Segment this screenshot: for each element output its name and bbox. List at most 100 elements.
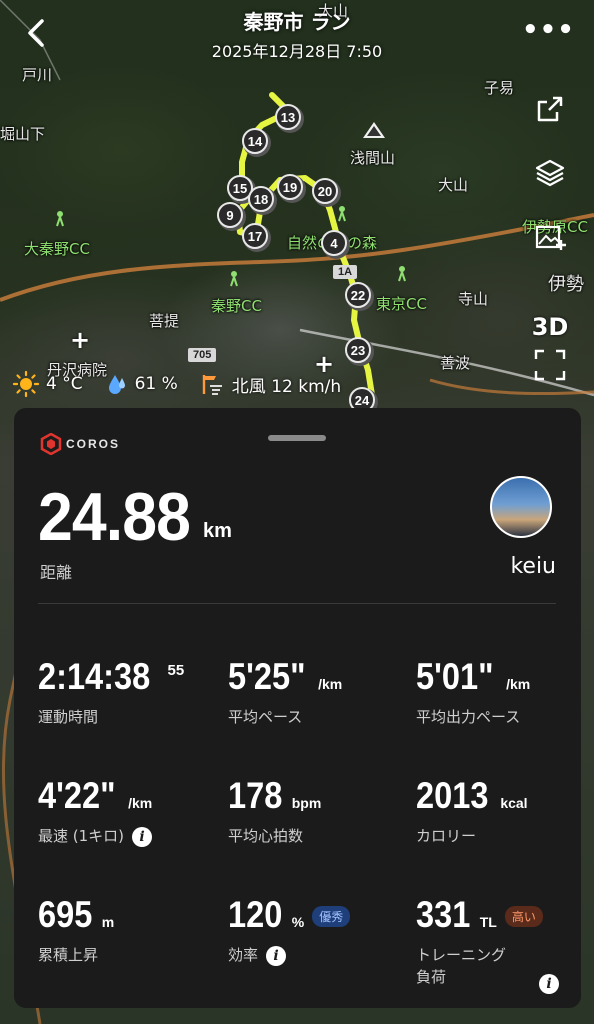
more-options-button[interactable]: ••• <box>522 17 575 43</box>
waypoint-marker[interactable]: 9 <box>217 202 243 228</box>
place-label: 大山 <box>438 176 469 194</box>
info-icon[interactable]: i <box>539 974 559 994</box>
metric-value: 178 <box>228 775 283 816</box>
add-image-button[interactable] <box>525 214 575 260</box>
waypoint-marker[interactable]: 23 <box>345 337 371 363</box>
place-label: 秦野CC <box>211 297 262 315</box>
info-icon[interactable]: i <box>132 826 153 847</box>
road-sign: 1A <box>333 265 358 279</box>
metric-efficiency: 120% 優秀 効率 i <box>228 894 398 966</box>
waypoint-marker[interactable]: 19 <box>277 174 303 200</box>
place-label: 善波 <box>440 354 471 372</box>
waypoint-marker[interactable]: 17 <box>242 223 268 249</box>
weather-bar: 4 °C 61 % 北風 12 km/h <box>12 370 363 398</box>
metric-unit: bpm <box>291 795 322 811</box>
metric-duration: 2:14:38 55 運動時間 <box>38 656 208 728</box>
place-label: 寺山 <box>458 290 489 308</box>
metric-label: 運動時間 <box>38 708 99 726</box>
metric-label: 最速 (1キロ) <box>38 827 125 845</box>
place-label: 戸川 <box>22 66 53 84</box>
metric-avg-heart-rate: 178 bpm 平均心拍数 <box>228 775 398 847</box>
waypoint-marker[interactable]: 13 <box>275 104 301 130</box>
activity-datetime: 2025年12月28日 7:50 <box>211 42 383 61</box>
golf-icon <box>230 271 238 287</box>
metric-unit: kcal <box>500 795 528 811</box>
rating-badge: 優秀 <box>312 906 351 927</box>
distance-unit: km <box>203 520 232 542</box>
waypoint-marker[interactable]: 22 <box>345 282 371 308</box>
golf-icon <box>338 206 346 222</box>
temperature-value: 4 °C <box>46 374 83 394</box>
divider <box>38 603 556 604</box>
metric-training-load: 331 TL 高い トレーニング 負荷 i <box>416 894 566 994</box>
activity-summary-card: COROS 24.88 km 距離 keiu 2:14:38 55 運動時間 5'… <box>14 408 581 1008</box>
waypoint-marker[interactable]: 4 <box>321 230 347 256</box>
metric-calories: 2013 kcal カロリー <box>416 775 586 847</box>
metric-label: 効率 <box>228 946 259 964</box>
humidity-icon <box>105 372 129 396</box>
share-button[interactable] <box>525 86 575 132</box>
metric-label: カロリー <box>416 827 477 845</box>
metric-value: 2:14:38 <box>38 656 151 697</box>
metric-fastest-km: 4'22" /km 最速 (1キロ) i <box>38 775 208 847</box>
rating-badge: 高い <box>504 906 543 927</box>
page-title: 秦野市 ラン <box>243 10 351 34</box>
waypoint-marker[interactable]: 20 <box>312 178 338 204</box>
place-label: 伊勢 <box>548 274 584 295</box>
metric-value: 120 <box>228 894 283 935</box>
brand-logo: COROS <box>40 433 120 455</box>
metric-elevation-gain: 695 m 累積上昇 <box>38 894 208 966</box>
share-icon <box>537 96 563 122</box>
golf-icon <box>398 266 406 282</box>
road-sign: 705 <box>188 348 217 362</box>
waypoint-marker[interactable]: 18 <box>248 186 274 212</box>
coros-logo-icon <box>40 433 62 455</box>
fullscreen-icon <box>534 349 566 381</box>
metric-label: 平均心拍数 <box>228 827 304 845</box>
metric-avg-power-pace: 5'01" /km 平均出力ペース <box>416 656 586 728</box>
metric-label: 平均ペース <box>228 708 303 726</box>
waypoint-marker[interactable]: 14 <box>242 128 268 154</box>
wind-value: 北風 12 km/h <box>231 376 342 397</box>
metric-unit: % <box>291 914 305 930</box>
metric-label: トレーニング 負荷 <box>416 946 507 986</box>
metric-unit: TL <box>479 914 497 930</box>
metric-unit: m <box>101 914 115 930</box>
metric-unit: /km <box>506 676 531 692</box>
info-icon[interactable]: i <box>266 945 287 966</box>
hospital-icon: + <box>70 326 91 354</box>
wind-icon <box>200 372 226 396</box>
place-label: 浅間山 <box>350 149 396 167</box>
avatar[interactable] <box>490 476 552 538</box>
place-label: 菩提 <box>149 312 180 330</box>
place-label: 子易 <box>484 79 515 97</box>
metric-hundredths: 55 <box>167 662 185 679</box>
metric-value: 695 <box>38 894 93 935</box>
metric-label: 累積上昇 <box>38 946 99 964</box>
metric-value: 5'01" <box>416 656 494 697</box>
golf-icon <box>56 211 64 227</box>
username: keiu <box>510 554 556 579</box>
place-label: 東京CC <box>376 295 427 313</box>
humidity-value: 61 % <box>134 374 178 394</box>
layers-icon <box>535 159 565 187</box>
distance-value: 24.88 <box>38 479 191 555</box>
metric-label: 平均出力ペース <box>416 708 521 726</box>
sheet-drag-handle[interactable] <box>268 435 326 441</box>
metric-value: 5'25" <box>228 656 306 697</box>
metric-unit: /km <box>318 676 343 692</box>
metric-unit: /km <box>128 795 153 811</box>
layers-button[interactable] <box>525 150 575 196</box>
metric-avg-pace: 5'25" /km 平均ペース <box>228 656 398 728</box>
distance-label: 距離 <box>40 563 73 582</box>
sun-icon <box>12 370 40 398</box>
metric-value: 2013 <box>416 775 489 816</box>
place-label: 堀山下 <box>0 125 46 143</box>
fullscreen-button[interactable] <box>525 342 575 388</box>
metric-value: 331 <box>416 894 471 935</box>
metric-value: 4'22" <box>38 775 116 816</box>
place-label: 大秦野CC <box>24 240 90 258</box>
more-icon: ••• <box>522 15 575 45</box>
brand-name: COROS <box>66 437 121 451</box>
add-image-icon <box>535 225 566 250</box>
